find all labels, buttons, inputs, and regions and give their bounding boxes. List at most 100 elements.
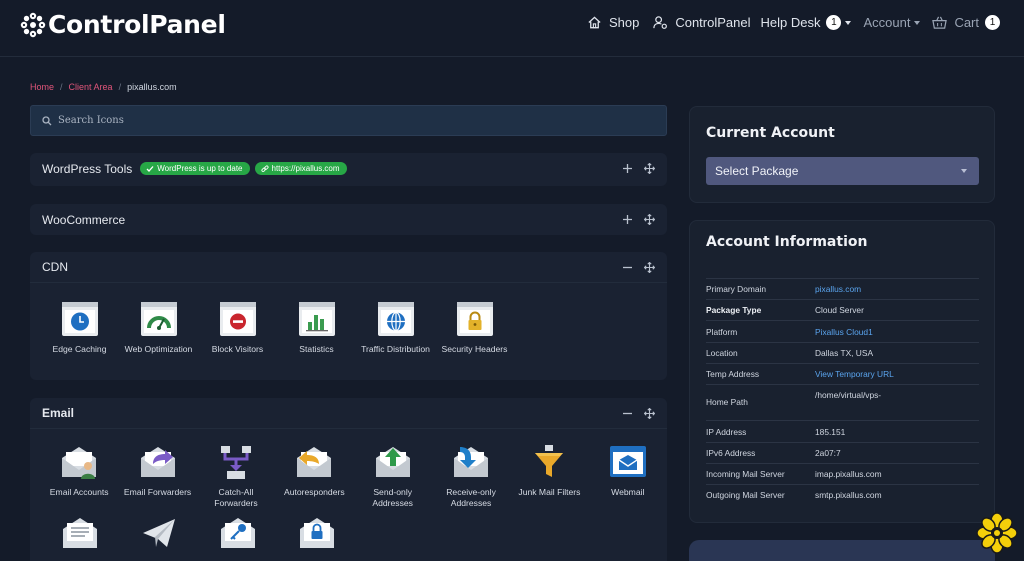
tile-edge-caching[interactable]: Edge Caching: [40, 301, 119, 355]
tile-statistics[interactable]: Statistics: [277, 301, 356, 355]
padlock-icon: [456, 302, 493, 336]
tile-traffic-distribution[interactable]: Traffic Distribution: [356, 301, 435, 355]
info-value[interactable]: pixallus.com: [815, 284, 861, 294]
panel-header[interactable]: Email: [30, 398, 667, 429]
catch-all-icon: [220, 446, 251, 479]
panel-cdn: CDN Edge Caching Web Optimization Block …: [30, 252, 667, 380]
tile-email-list[interactable]: [40, 515, 119, 558]
breadcrumb: Home / Client Area / pixallus.com: [30, 82, 177, 92]
breadcrumb-current: pixallus.com: [127, 82, 177, 92]
autoresponder-icon: [297, 447, 332, 477]
info-row-outgoing-mail-server: Outgoing Mail Server smtp.pixallus.com: [706, 484, 979, 505]
breadcrumb-separator: /: [60, 82, 63, 92]
info-value: 185.151: [815, 426, 846, 437]
info-value[interactable]: View Temporary URL: [815, 369, 894, 379]
tile-email-forwarders[interactable]: Email Forwarders: [118, 444, 196, 509]
user-cog-icon: [653, 16, 668, 29]
chevron-down-icon: [845, 20, 852, 25]
info-value[interactable]: Pixallus Cloud1: [815, 327, 873, 337]
link-icon: [260, 164, 269, 172]
brand-logo[interactable]: ControlPanel: [20, 10, 226, 39]
block-icon: [219, 302, 256, 336]
tile-email-accounts[interactable]: Email Accounts: [40, 444, 118, 509]
wordpress-status-text: WordPress is up to date: [157, 164, 243, 173]
info-value: imap.pixallus.com: [815, 469, 882, 479]
minus-icon[interactable]: [622, 262, 633, 273]
info-label: Location: [706, 348, 738, 358]
info-row-location: Location Dallas TX, USA: [706, 342, 979, 363]
tile-security-headers[interactable]: Security Headers: [435, 301, 514, 355]
breadcrumb-client-area[interactable]: Client Area: [69, 82, 113, 92]
tile-junk-mail-filters[interactable]: Junk Mail Filters: [510, 444, 588, 509]
select-package-dropdown[interactable]: Select Package: [706, 157, 979, 185]
chevron-down-icon: [914, 20, 921, 25]
forward-mail-icon: [140, 447, 175, 477]
search-icon: [42, 115, 52, 125]
plus-icon[interactable]: [622, 163, 633, 174]
card-title: Current Account: [706, 125, 835, 141]
info-value: smtp.pixallus.com: [815, 490, 882, 500]
tile-send-mail[interactable]: [119, 515, 198, 558]
nav-helpdesk[interactable]: Help Desk 1: [760, 15, 852, 30]
nav-controlpanel[interactable]: ControlPanel: [653, 15, 750, 30]
move-icon[interactable]: [644, 163, 655, 174]
tile-block-visitors[interactable]: Block Visitors: [198, 301, 277, 355]
icon-grid: Email Accounts Email Forwarders Catch-Al…: [30, 429, 667, 509]
tile-label: Webmail: [611, 487, 645, 497]
info-label: IP Address: [706, 426, 747, 437]
move-icon[interactable]: [644, 408, 655, 419]
search-input[interactable]: [58, 115, 618, 126]
tile-web-optimization[interactable]: Web Optimization: [119, 301, 198, 355]
minus-icon[interactable]: [622, 408, 633, 419]
main-nav: Shop ControlPanel Help Desk 1 Account Ca…: [577, 15, 1000, 30]
move-icon[interactable]: [644, 214, 655, 225]
send-mail-icon: [375, 447, 410, 477]
nav-cart[interactable]: Cart 1: [932, 15, 1000, 30]
bottom-card: [689, 540, 995, 561]
nav-account[interactable]: Account: [863, 15, 921, 30]
panel-header[interactable]: WordPress Tools WordPress is up to date …: [30, 153, 667, 184]
key-mail-icon: [220, 518, 255, 548]
nav-account-label: Account: [863, 15, 911, 30]
panel-title: CDN: [42, 260, 68, 274]
breadcrumb-home[interactable]: Home: [30, 82, 54, 92]
tile-label: Email Accounts: [49, 487, 109, 497]
nav-shop[interactable]: Shop: [587, 15, 639, 30]
tile-label: Receive-only Addresses: [446, 487, 496, 508]
site-url-text: https://pixallus.com: [271, 164, 340, 173]
tile-catch-all-forwarders[interactable]: Catch-All Forwarders: [197, 444, 275, 509]
info-row-package-type: Package Type Cloud Server: [706, 299, 979, 320]
search-bar: [30, 105, 667, 136]
icon-grid: Edge Caching Web Optimization Block Visi…: [30, 283, 667, 355]
tile-email-encryption[interactable]: [198, 515, 277, 558]
panel-header[interactable]: CDN: [30, 252, 667, 283]
move-icon[interactable]: [644, 262, 655, 273]
tile-send-only-addresses[interactable]: Send-only Addresses: [354, 444, 432, 509]
webmail-icon: [609, 446, 646, 477]
paper-plane-icon: [142, 519, 175, 547]
globe-icon: [377, 302, 414, 336]
tile-email-security[interactable]: [277, 515, 356, 558]
tile-autoresponders[interactable]: Autoresponders: [275, 444, 353, 509]
account-information-card: Account Information Primary Domain pixal…: [689, 220, 995, 523]
info-label: Platform: [706, 326, 738, 337]
email-accounts-icon: [62, 447, 97, 479]
tile-label: Send-only Addresses: [372, 487, 413, 508]
info-label: Primary Domain: [706, 284, 767, 294]
panel-header[interactable]: WooCommerce: [30, 204, 667, 235]
flower-chat-widget-icon[interactable]: [976, 512, 1018, 554]
tile-receive-only-addresses[interactable]: Receive-only Addresses: [432, 444, 510, 509]
tile-label: Block Visitors: [211, 344, 264, 354]
cart-count-badge: 1: [985, 15, 1000, 30]
plus-icon[interactable]: [622, 214, 633, 225]
tile-webmail[interactable]: Webmail: [589, 444, 667, 509]
info-label: Incoming Mail Server: [706, 469, 785, 479]
site-url-badge[interactable]: https://pixallus.com: [254, 162, 347, 175]
panel-wordpress-tools: WordPress Tools WordPress is up to date …: [30, 153, 667, 186]
info-label: IPv6 Address: [706, 448, 756, 458]
nav-helpdesk-label: Help Desk: [760, 15, 821, 30]
nav-controlpanel-label: ControlPanel: [675, 15, 751, 30]
clock-window-icon: [61, 302, 98, 336]
panel-controls: [622, 252, 655, 283]
panel-controls: [622, 398, 655, 429]
